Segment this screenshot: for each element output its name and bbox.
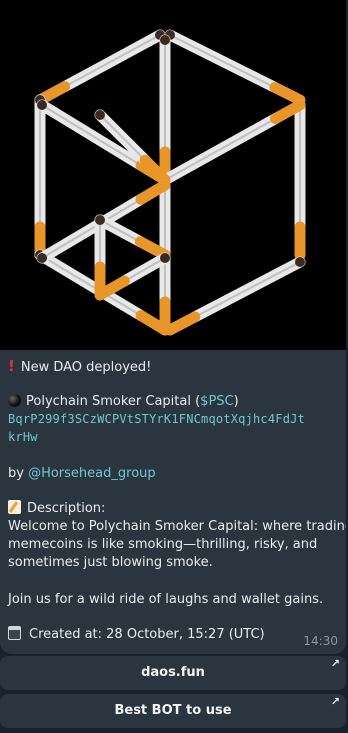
black-circle-icon [8, 394, 21, 407]
token-line: Polychain Smoker Capital ($PSC) [8, 393, 239, 410]
cigarette-tip [295, 257, 305, 267]
cigarette-shade [63, 34, 161, 88]
description-line: Welcome to Polychain Smoker Capital: whe… [8, 519, 346, 534]
description-line: sometimes just blowing smoke. [8, 555, 213, 570]
cigarette-shade [123, 257, 166, 283]
message-bubble: ! New DAO deployed! Polychain Smoker Capi… [0, 0, 346, 654]
description-heading: Description: [8, 500, 105, 517]
cigarette-filter [164, 311, 201, 336]
cigarette-tip [95, 110, 105, 120]
cigarette-cube-illustration [34, 29, 306, 336]
ticker-link[interactable]: $PSC [200, 394, 233, 409]
cigarette-shade [193, 261, 301, 319]
memo-icon [8, 500, 21, 514]
author-link[interactable]: @Horsehead_group [28, 466, 156, 481]
cigarette-shade [99, 219, 142, 243]
created-line: Created at: 28 October, 15:27 (UTC) [8, 626, 265, 643]
author-line: by @Horsehead_group [8, 466, 156, 481]
description-line: memecoins is like smoking—thrilling, ris… [8, 537, 318, 552]
red-exclamation-icon: ! [8, 357, 15, 375]
message-image[interactable] [0, 0, 346, 350]
cigarette-tip [37, 253, 47, 263]
contract-address[interactable]: BqrP299f3SCzWCPVtSTYrK1FNCmqotXqjhc4FdJt [8, 411, 305, 428]
alert-line: ! New DAO deployed! [8, 357, 152, 376]
cigarette-tip [37, 100, 47, 110]
external-arrow-icon: ↗ [330, 695, 340, 708]
cigarette-shade [164, 117, 277, 181]
external-arrow-icon: ↗ [330, 657, 340, 670]
daos-fun-button[interactable]: daos.fun ↗ [0, 656, 346, 690]
cigarette-tip [160, 253, 170, 263]
cigarette-tip [95, 215, 105, 225]
message-time: 14:30 [303, 634, 338, 648]
cigarette-tip [160, 35, 170, 45]
cigarette-filter [269, 81, 306, 106]
best-bot-button[interactable]: Best BOT to use ↗ [0, 694, 346, 728]
cigarette-shade [169, 34, 276, 89]
contract-address-cont[interactable]: krHw [8, 429, 38, 446]
closing-line: Join us for a wild ride of laughs and wa… [8, 592, 324, 607]
calendar-icon [8, 626, 21, 640]
